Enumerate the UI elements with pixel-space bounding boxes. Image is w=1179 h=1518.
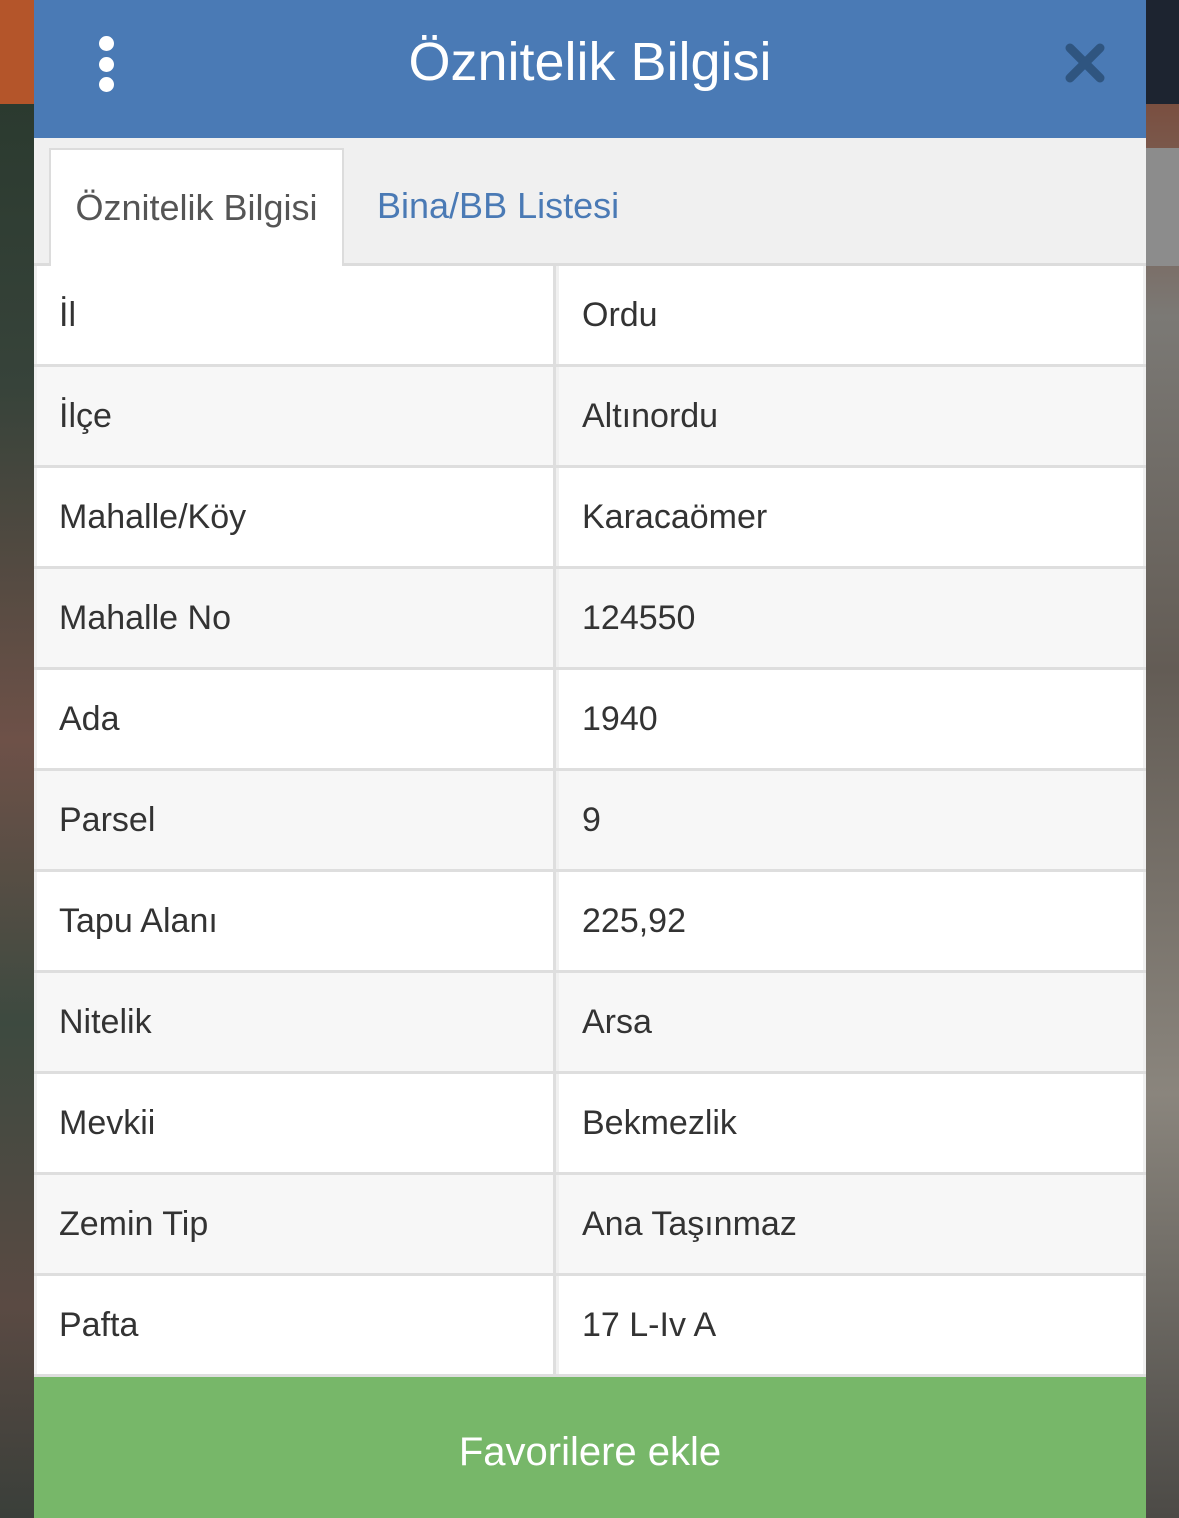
attribute-label: İlçe bbox=[37, 367, 556, 465]
map-tile bbox=[1145, 0, 1179, 104]
attribute-label: Pafta bbox=[37, 1276, 556, 1374]
panel-header: Öznitelik Bilgisi bbox=[34, 0, 1146, 138]
attribute-info-panel: Öznitelik Bilgisi Öznitelik Bilgisi Bina… bbox=[34, 0, 1146, 1518]
attribute-value: 17 L-Iv A bbox=[559, 1276, 1143, 1374]
tab-bar: Öznitelik Bilgisi Bina/BB Listesi bbox=[34, 138, 1146, 268]
attribute-value: 124550 bbox=[559, 569, 1143, 667]
map-imagery-left bbox=[0, 104, 34, 1518]
attribute-label: Nitelik bbox=[37, 973, 556, 1071]
attribute-table: İl Ordu İlçe Altınordu Mahalle/Köy Karacaömer… bbox=[34, 266, 1146, 1377]
table-row: Ada 1940 bbox=[34, 670, 1146, 771]
attribute-label: Mahalle No bbox=[37, 569, 556, 667]
map-tile bbox=[0, 0, 34, 104]
tab-building-list[interactable]: Bina/BB Listesi bbox=[377, 148, 619, 264]
attribute-value: Arsa bbox=[559, 973, 1143, 1071]
map-imagery-right bbox=[1145, 104, 1179, 1518]
attribute-value: 9 bbox=[559, 771, 1143, 869]
table-row: Mahalle No 124550 bbox=[34, 569, 1146, 670]
attribute-label: Mahalle/Köy bbox=[37, 468, 556, 566]
attribute-label: Mevkii bbox=[37, 1074, 556, 1172]
attribute-value: 225,92 bbox=[559, 872, 1143, 970]
attribute-label: İl bbox=[37, 266, 556, 364]
table-row: Nitelik Arsa bbox=[34, 973, 1146, 1074]
attribute-value: Ana Taşınmaz bbox=[559, 1175, 1143, 1273]
table-row: Parsel 9 bbox=[34, 771, 1146, 872]
panel-title: Öznitelik Bilgisi bbox=[408, 32, 772, 92]
table-row: Pafta 17 L-Iv A bbox=[34, 1276, 1146, 1377]
attribute-value: Bekmezlik bbox=[559, 1074, 1143, 1172]
table-row: İlçe Altınordu bbox=[34, 367, 1146, 468]
attribute-label: Parsel bbox=[37, 771, 556, 869]
table-row: Zemin Tip Ana Taşınmaz bbox=[34, 1175, 1146, 1276]
attribute-label: Ada bbox=[37, 670, 556, 768]
table-row: Mahalle/Köy Karacaömer bbox=[34, 468, 1146, 569]
table-row: Mevkii Bekmezlik bbox=[34, 1074, 1146, 1175]
attribute-value: Altınordu bbox=[559, 367, 1143, 465]
scroll-indicator bbox=[1145, 148, 1179, 266]
tab-attribute-info[interactable]: Öznitelik Bilgisi bbox=[49, 148, 344, 268]
attribute-value: 1940 bbox=[559, 670, 1143, 768]
attribute-label: Zemin Tip bbox=[37, 1175, 556, 1273]
table-row: Tapu Alanı 225,92 bbox=[34, 872, 1146, 973]
attribute-label: Tapu Alanı bbox=[37, 872, 556, 970]
attribute-value: Karacaömer bbox=[559, 468, 1143, 566]
add-to-favorites-button[interactable]: Favorilere ekle bbox=[34, 1377, 1146, 1518]
close-icon[interactable] bbox=[1064, 42, 1106, 84]
table-row: İl Ordu bbox=[34, 266, 1146, 367]
attribute-value: Ordu bbox=[559, 266, 1143, 364]
